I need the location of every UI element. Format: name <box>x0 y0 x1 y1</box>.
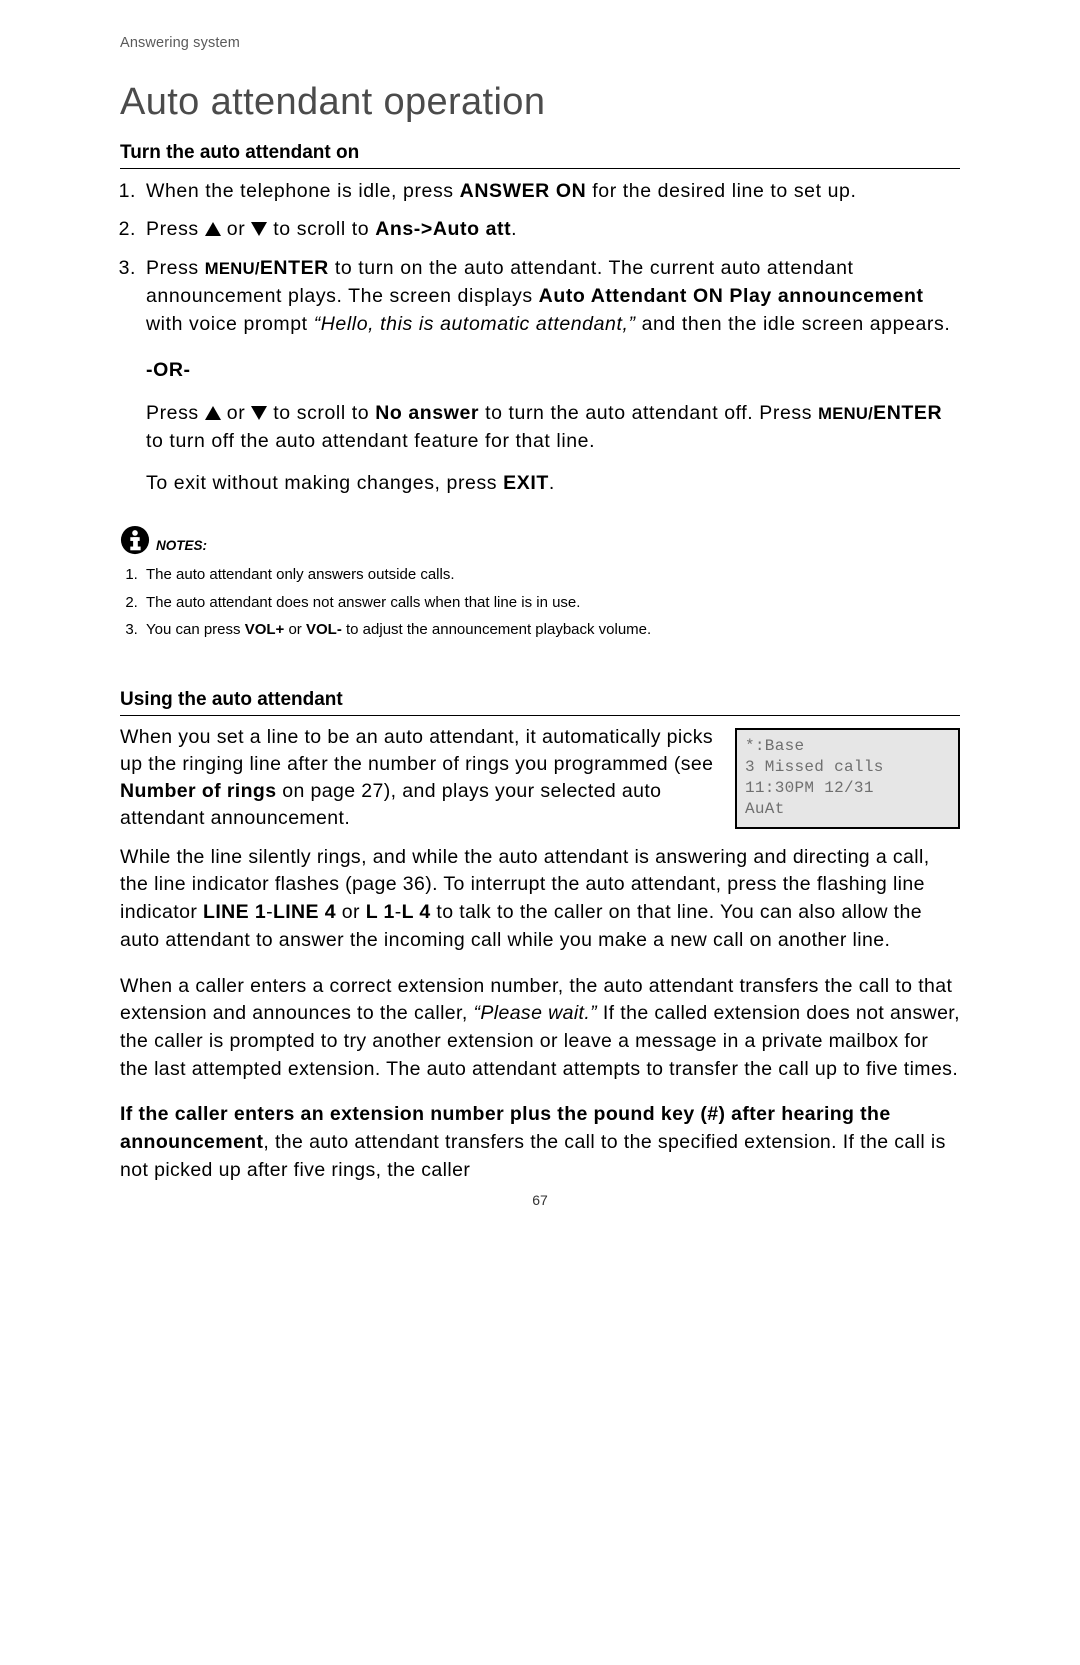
key-enter: ENTER <box>260 257 329 279</box>
lcd-line-1: *:Base <box>745 736 950 757</box>
or-step-text-a: Press <box>146 402 205 424</box>
exit-text-b: . <box>549 472 555 494</box>
step-3: Press MENU/ENTER to turn on the auto att… <box>142 254 960 339</box>
using-intro: When you set a line to be an auto attend… <box>120 724 715 832</box>
key-exit: EXIT <box>503 472 549 494</box>
step-3-text-a: Press <box>146 257 205 279</box>
step-2-text-a: Press <box>146 218 205 240</box>
up-arrow-icon <box>205 222 221 236</box>
note-3: You can press VOL+ or VOL- to adjust the… <box>142 618 960 641</box>
p2-b: or <box>336 901 366 923</box>
key-menu: MENU/ <box>818 404 873 423</box>
step-1: When the telephone is idle, press ANSWER… <box>142 177 960 205</box>
key-l-4: L 4 <box>402 901 431 923</box>
step-3-text-c: with voice prompt <box>146 313 314 335</box>
key-menu: MENU/ <box>205 259 260 278</box>
key-answer-on: ANSWER ON <box>460 180 587 202</box>
step-2: Press or to scroll to Ans->Auto att. <box>142 215 960 243</box>
menu-path-ans-autoatt: Ans->Auto att <box>375 218 511 240</box>
lcd-screen: *:Base 3 Missed calls 11:30PM 12/31 AuAt <box>735 728 960 829</box>
section-using-title: Using the auto attendant <box>120 689 960 713</box>
note-1: The auto attendant only answers outside … <box>142 563 960 586</box>
lcd-line-2: 3 Missed calls <box>745 757 950 778</box>
voice-prompt-please-wait: “Please wait.” <box>473 1002 597 1024</box>
page-number: 67 <box>120 1192 960 1208</box>
using-paragraph-3: When a caller enters a correct extension… <box>120 973 960 1084</box>
step-1-text-b: for the desired line to set up. <box>586 180 856 202</box>
using-intro-a: When you set a line to be an auto attend… <box>120 726 713 775</box>
step-3-text-d: and then the idle screen appears. <box>636 313 951 335</box>
notes-list: The auto attendant only answers outside … <box>120 563 960 641</box>
voice-prompt-hello: “Hello, this is automatic attendant,” <box>314 313 636 335</box>
p2-dash2: - <box>395 901 402 923</box>
breadcrumb: Answering system <box>120 35 960 51</box>
or-step-text-b: or <box>221 402 252 424</box>
note-2: The auto attendant does not answer calls… <box>142 591 960 614</box>
or-step-text-e: to turn off the auto attendant feature f… <box>146 430 595 452</box>
or-step: Press or to scroll to No answer to turn … <box>146 399 960 456</box>
key-enter: ENTER <box>873 402 942 424</box>
menu-no-answer: No answer <box>375 402 479 424</box>
key-l-1: L 1 <box>366 901 395 923</box>
key-line-4: LINE 4 <box>273 901 336 923</box>
notes-label: NOTES: <box>156 538 207 555</box>
note-3-b: or <box>284 621 306 638</box>
key-line-1: LINE 1 <box>203 901 266 923</box>
section-divider <box>120 715 960 716</box>
lcd-line-4: AuAt <box>745 799 950 820</box>
key-vol-minus: VOL- <box>306 621 342 638</box>
step-2-text-d: . <box>511 218 517 240</box>
exit-text-a: To exit without making changes, press <box>146 472 503 494</box>
notes-block: NOTES: The auto attendant only answers o… <box>120 525 960 641</box>
key-vol-plus: VOL+ <box>245 621 285 638</box>
section-divider <box>120 168 960 169</box>
note-3-c: to adjust the announcement playback volu… <box>342 621 651 638</box>
or-step-text-c: to scroll to <box>267 402 375 424</box>
step-1-text-a: When the telephone is idle, press <box>146 180 460 202</box>
step-2-text-c: to scroll to <box>267 218 375 240</box>
screen-text-auto-attendant-on: Auto Attendant ON Play announcement <box>539 285 924 307</box>
step-2-text-b: or <box>221 218 252 240</box>
note-3-a: You can press <box>146 621 245 638</box>
or-label: -OR- <box>146 356 960 384</box>
up-arrow-icon <box>205 406 221 420</box>
page-title: Auto attendant operation <box>120 81 960 124</box>
lcd-line-3: 11:30PM 12/31 <box>745 778 950 799</box>
exit-step: To exit without making changes, press EX… <box>146 469 960 497</box>
p2-dash1: - <box>266 901 273 923</box>
ref-number-of-rings: Number of rings <box>120 780 276 802</box>
steps-list: When the telephone is idle, press ANSWER… <box>120 177 960 338</box>
info-icon <box>120 525 150 555</box>
down-arrow-icon <box>251 406 267 420</box>
section-turn-on-title: Turn the auto attendant on <box>120 142 960 166</box>
using-paragraph-2: While the line silently rings, and while… <box>120 844 960 955</box>
using-paragraph-4: If the caller enters an extension number… <box>120 1101 960 1184</box>
or-step-text-d: to turn the auto attendant off. Press <box>479 402 818 424</box>
down-arrow-icon <box>251 222 267 236</box>
